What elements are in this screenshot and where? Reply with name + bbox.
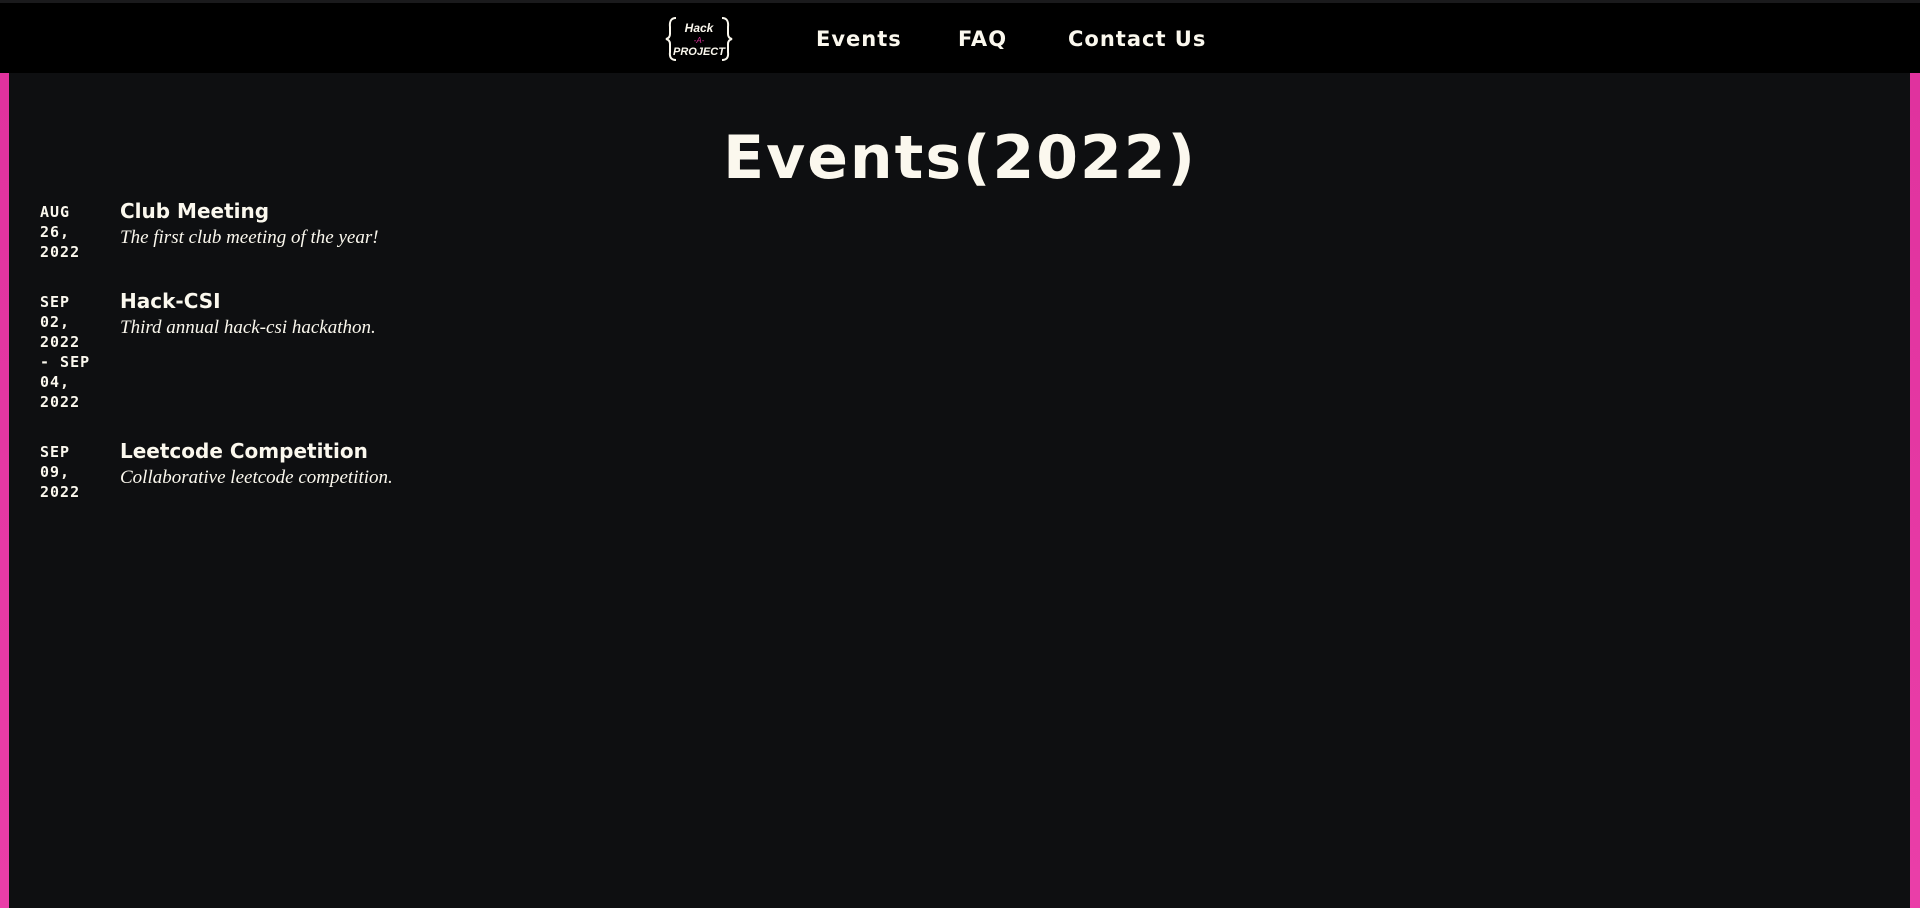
left-accent-bar <box>0 73 9 908</box>
event-title: Hack-CSI <box>120 289 221 313</box>
logo-line-2: -A- <box>694 36 705 45</box>
nav-link-events[interactable]: Events <box>816 29 902 50</box>
logo-braces-icon: Hack -A- PROJECT <box>665 17 733 61</box>
event-description: Third annual hack-csi hackathon. <box>120 317 376 338</box>
event-description: Collaborative leetcode competition. <box>120 467 393 488</box>
event-title: Club Meeting <box>120 199 270 223</box>
event-date: AUG 26, 2022 <box>40 203 81 261</box>
event-description: The first club meeting of the year! <box>120 227 379 248</box>
event-date: SEP 02, 2022 - SEP 04, 2022 <box>40 293 91 411</box>
nav-link-faq[interactable]: FAQ <box>958 29 1007 50</box>
hack-a-project-logo[interactable]: Hack -A- PROJECT <box>664 15 734 63</box>
event-date: SEP 09, 2022 <box>40 443 81 501</box>
event-title: Leetcode Competition <box>120 439 368 463</box>
page-title: Events(2022) <box>723 123 1197 193</box>
top-navbar: Hack -A- PROJECT Events FAQ Contact Us <box>0 0 1920 73</box>
nav-link-contact-us[interactable]: Contact Us <box>1068 29 1206 50</box>
logo-line-3: PROJECT <box>673 46 726 58</box>
logo-line-1: Hack <box>685 21 715 35</box>
right-accent-bar <box>1910 73 1920 908</box>
